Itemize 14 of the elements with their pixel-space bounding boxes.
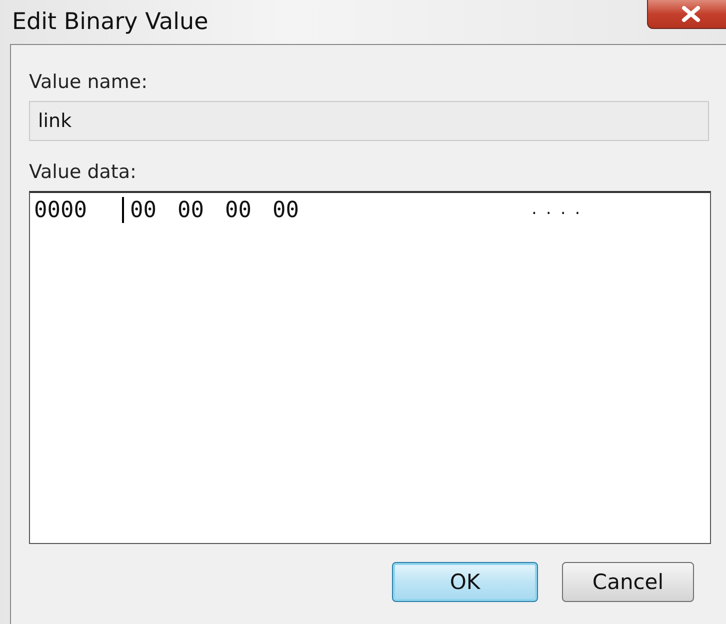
dialog-button[interactable]: Cancel <box>562 562 694 602</box>
close-icon <box>680 6 700 22</box>
field-label: Value data: <box>29 161 138 183</box>
hex-byte: 00 <box>178 198 204 222</box>
hex-byte: 00 <box>130 198 156 222</box>
hex-byte: 00 <box>225 198 252 222</box>
field-label: Value name: <box>29 71 148 93</box>
window-title: Edit Binary Value <box>12 9 208 35</box>
close-button[interactable] <box>647 0 726 28</box>
hex-editor-field[interactable]: 0000 00 00 00 00 .... <box>29 191 711 544</box>
ascii-text: .... <box>530 202 588 218</box>
dialog-button[interactable]: OK <box>392 562 538 602</box>
offset-text: 0000 <box>34 198 88 222</box>
hex-byte: 00 <box>272 198 299 222</box>
